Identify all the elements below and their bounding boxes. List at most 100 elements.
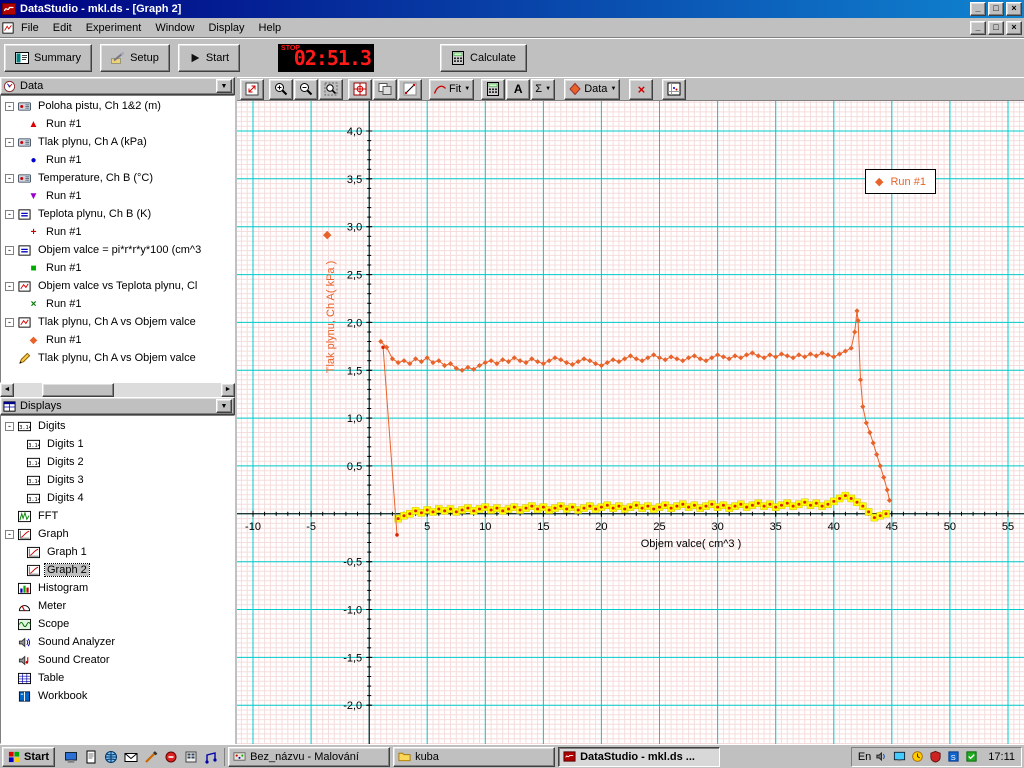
quick-launch-icon-8[interactable] [202, 748, 220, 766]
data-item[interactable]: -Objem valce vs Teplota plynu, Cl [1, 277, 234, 295]
task-button[interactable]: kuba [393, 747, 555, 767]
collapse-toggle[interactable]: - [5, 282, 14, 291]
task-button[interactable]: Bez_názvu - Malování [228, 747, 390, 767]
start-button[interactable]: Start [2, 747, 55, 767]
scrollbar-thumb[interactable] [42, 383, 114, 397]
display-child-item[interactable]: 3.14Digits 3 [1, 471, 234, 489]
display-item[interactable]: Histogram [1, 579, 234, 597]
quick-launch-icon-1[interactable] [62, 748, 80, 766]
display-child-item[interactable]: 3.14Digits 1 [1, 435, 234, 453]
run-item[interactable]: ×Run #1 [1, 295, 234, 313]
display-item[interactable]: Sound Analyzer [1, 633, 234, 651]
menu-file[interactable]: File [14, 20, 46, 36]
statistics-menu-button[interactable]: Σ▼ [531, 79, 555, 100]
graph-window-icon[interactable] [2, 22, 14, 34]
quick-launch-icon-2[interactable] [82, 748, 100, 766]
run-item[interactable]: ▼Run #1 [1, 187, 234, 205]
slope-tool-button[interactable] [398, 79, 422, 100]
calculate-button[interactable]: Calculate [440, 44, 527, 72]
display-child-item[interactable]: 3.14Digits 2 [1, 453, 234, 471]
data-item[interactable]: Tlak plynu, Ch A vs Objem valce [1, 349, 234, 367]
collapse-toggle[interactable]: - [5, 174, 14, 183]
close-button[interactable]: × [1006, 2, 1022, 16]
tray-icon-3[interactable] [911, 749, 926, 764]
collapse-toggle[interactable]: - [5, 210, 14, 219]
run-item[interactable]: +Run #1 [1, 223, 234, 241]
data-panel-hscrollbar[interactable]: ◄ ► [0, 383, 235, 397]
menu-window[interactable]: Window [148, 20, 201, 36]
data-item[interactable]: -Tlak plynu, Ch A vs Objem valce [1, 313, 234, 331]
plot-area[interactable]: -10-55101520253035404550554,03,53,02,52,… [237, 101, 1024, 744]
tray-icon-1[interactable] [875, 749, 890, 764]
calculate-tool-button[interactable] [481, 79, 505, 100]
datastudio-app-icon[interactable] [2, 2, 16, 16]
run-item[interactable]: ◆Run #1 [1, 331, 234, 349]
display-item[interactable]: Sound Creator [1, 651, 234, 669]
zoom-out-button[interactable] [294, 79, 318, 100]
display-child-item[interactable]: 3.14Digits 4 [1, 489, 234, 507]
display-item[interactable]: Scope [1, 615, 234, 633]
data-panel-dropdown-button[interactable]: ▼ [216, 79, 232, 93]
quick-launch-icon-6[interactable] [162, 748, 180, 766]
child-close-button[interactable]: × [1006, 21, 1022, 35]
display-item[interactable]: FFT [1, 507, 234, 525]
collapse-toggle[interactable]: - [5, 138, 14, 147]
minimize-button[interactable]: _ [970, 2, 986, 16]
collapse-toggle[interactable]: - [5, 530, 14, 539]
data-item[interactable]: -Poloha pistu, Ch 1&2 (m) [1, 97, 234, 115]
graph-legend[interactable]: ◆ Run #1 [865, 169, 936, 194]
x-axis-label[interactable]: Objem valce( cm^3 ) [615, 538, 767, 550]
data-item[interactable]: -Temperature, Ch B (°C) [1, 169, 234, 187]
smart-tool-button[interactable] [348, 79, 372, 100]
y-axis-handle-icon[interactable]: ◆ [323, 228, 331, 241]
display-item[interactable]: Workbook [1, 687, 234, 705]
display-item[interactable]: -3.14Digits [1, 417, 234, 435]
data-item[interactable]: -Teplota plynu, Ch B (K) [1, 205, 234, 223]
scroll-right-button[interactable]: ► [221, 383, 235, 397]
fit-menu-button[interactable]: Fit▼ [429, 79, 474, 100]
display-item[interactable]: Table [1, 669, 234, 687]
task-button[interactable]: DataStudio - mkl.ds ... [558, 747, 720, 767]
run-item[interactable]: ■Run #1 [1, 259, 234, 277]
tray-icon-2[interactable] [893, 749, 908, 764]
data-item[interactable]: -Objem valce = pi*r*r*y*100 (cm^3 [1, 241, 234, 259]
collapse-toggle[interactable]: - [5, 422, 14, 431]
overlay-tool-button[interactable] [373, 79, 397, 100]
menu-display[interactable]: Display [201, 20, 251, 36]
quick-launch-icon-4[interactable] [122, 748, 140, 766]
child-minimize-button[interactable]: _ [970, 21, 986, 35]
scrollbar-track[interactable] [14, 383, 221, 397]
graph-settings-button[interactable] [662, 79, 686, 100]
collapse-toggle[interactable]: - [5, 318, 14, 327]
display-child-item[interactable]: Graph 1 [1, 543, 234, 561]
run-item[interactable]: ●Run #1 [1, 151, 234, 169]
displays-panel-dropdown-button[interactable]: ▼ [216, 399, 232, 413]
data-item[interactable]: -Tlak plynu, Ch A (kPa) [1, 133, 234, 151]
tray-icon-6[interactable] [965, 749, 980, 764]
maximize-button[interactable]: □ [988, 2, 1004, 16]
display-item[interactable]: -Graph [1, 525, 234, 543]
scale-to-fit-button[interactable] [240, 79, 264, 100]
menu-help[interactable]: Help [252, 20, 289, 36]
remove-button[interactable]: × [629, 79, 653, 100]
display-child-item[interactable]: Graph 2 [1, 561, 234, 579]
display-item[interactable]: Meter [1, 597, 234, 615]
language-indicator[interactable]: En [858, 751, 871, 763]
menu-edit[interactable]: Edit [46, 20, 79, 36]
plot-canvas[interactable]: -10-55101520253035404550554,03,53,02,52,… [237, 101, 1024, 744]
quick-launch-icon-3[interactable] [102, 748, 120, 766]
collapse-toggle[interactable]: - [5, 102, 14, 111]
summary-button[interactable]: Summary [4, 44, 92, 72]
zoom-in-button[interactable] [269, 79, 293, 100]
scroll-left-button[interactable]: ◄ [0, 383, 14, 397]
text-tool-button[interactable]: A [506, 79, 530, 100]
quick-launch-icon-5[interactable] [142, 748, 160, 766]
tray-icon-5[interactable]: S [947, 749, 962, 764]
run-item[interactable]: ▲Run #1 [1, 115, 234, 133]
start-button-toolbar[interactable]: Start [178, 44, 240, 72]
tray-icon-4[interactable] [929, 749, 944, 764]
menu-experiment[interactable]: Experiment [79, 20, 149, 36]
setup-button[interactable]: Setup [100, 44, 170, 72]
zoom-select-button[interactable] [319, 79, 343, 100]
quick-launch-icon-7[interactable] [182, 748, 200, 766]
